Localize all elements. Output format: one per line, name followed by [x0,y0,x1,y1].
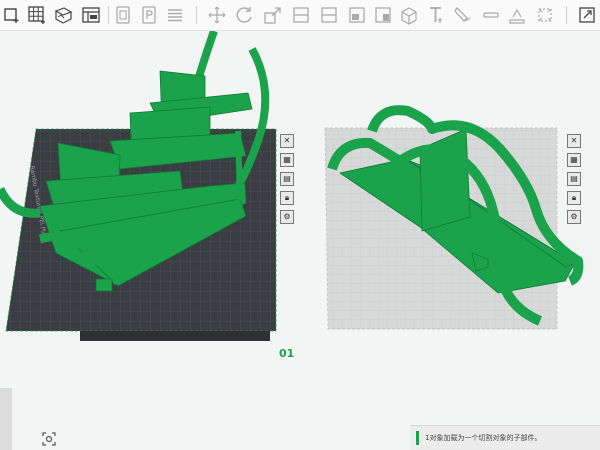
split-icon[interactable] [290,4,312,26]
assembly-icon[interactable] [576,4,598,26]
menu-lines-icon[interactable] [164,4,186,26]
image-import-icon[interactable] [52,4,74,26]
orient-plate-icon[interactable]: ▤ [280,172,294,186]
settings-plate-icon[interactable]: ⚙ [280,210,294,224]
layout-icon[interactable] [80,4,102,26]
arrange-plate-icon[interactable]: ▦ [567,153,581,167]
scene-svg: Bambu Textured PEI Plate [0,31,584,341]
close-plate-icon[interactable]: ✕ [280,134,294,148]
lock-plate-icon[interactable]: 🔒︎ [567,191,581,205]
minus-icon[interactable] [480,4,502,26]
status-notification: 1对象加载为一个切割对象的子部件。 [410,425,600,450]
3d-viewport[interactable]: Bambu Textured PEI Plate 01 ✕ ▦ ▤ 🔒︎ ⚙ ✕… [0,31,600,450]
orient-plate-icon[interactable]: ▤ [567,172,581,186]
plate-icon[interactable] [138,4,160,26]
part-icon[interactable] [346,4,368,26]
plate-2-tools: ✕ ▦ ▤ 🔒︎ ⚙ [567,134,581,229]
paint-icon[interactable] [452,4,474,26]
split-parts-icon[interactable] [318,4,340,26]
top-toolbar [0,0,600,31]
settings-plate-icon[interactable]: ⚙ [567,210,581,224]
plate-number-label: 01 [279,347,295,360]
plate-1-tools: ✕ ▦ ▤ 🔒︎ ⚙ [280,134,294,229]
cube-icon[interactable] [398,4,420,26]
arrange-plate-icon[interactable]: ▦ [280,153,294,167]
object-list-icon[interactable] [112,4,134,26]
scale-icon[interactable] [262,4,284,26]
grid-arrange-icon[interactable] [26,4,48,26]
status-accent [416,431,419,445]
close-plate-icon[interactable]: ✕ [567,134,581,148]
lock-plate-icon[interactable]: 🔒︎ [280,191,294,205]
left-edge-panel [0,388,12,450]
fit-view-icon[interactable] [41,431,57,447]
part-split-icon[interactable] [372,4,394,26]
crop-icon[interactable] [534,4,556,26]
rotate-icon[interactable] [234,4,256,26]
measure-icon[interactable] [506,4,528,26]
move-icon[interactable] [206,4,228,26]
status-message: 1对象加载为一个切割对象的子部件。 [425,434,542,442]
text-icon[interactable] [426,4,448,26]
add-object-icon[interactable] [2,4,24,26]
